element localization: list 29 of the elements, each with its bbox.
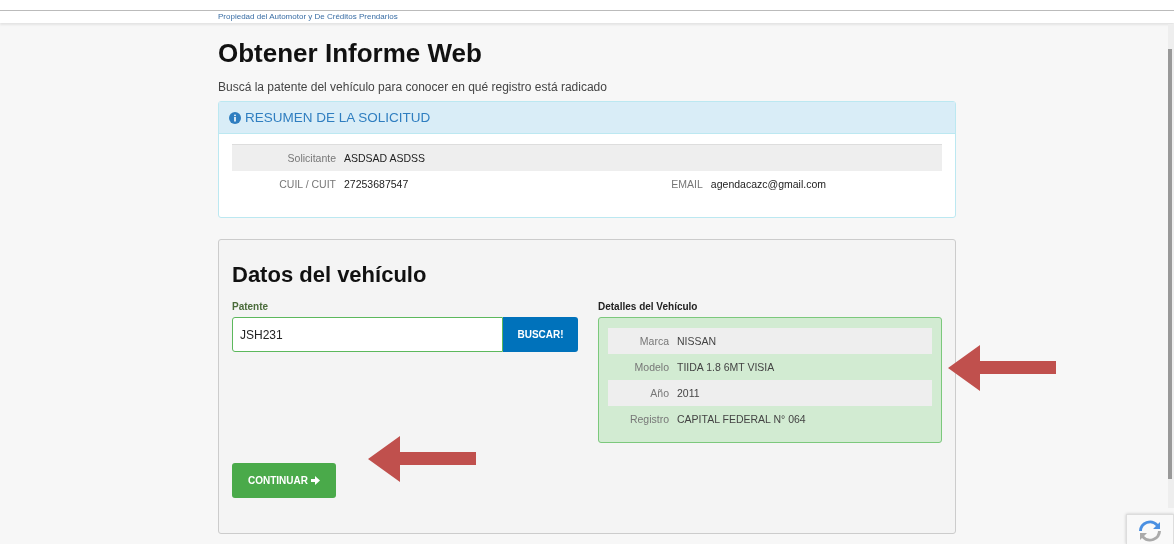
captcha-badge[interactable]: [1126, 514, 1174, 544]
field-value: 27253687547: [344, 178, 409, 190]
field-value: agendacazc@gmail.com: [710, 178, 826, 190]
scrollbar[interactable]: [1168, 24, 1174, 508]
info-icon: [229, 111, 241, 124]
field-value: NISSAN: [677, 335, 717, 347]
arrow-right-icon: [311, 476, 320, 485]
details-heading: Detalles del Vehículo: [598, 301, 699, 312]
field-label: Patente: [232, 301, 270, 312]
continue-button[interactable]: CONTINUAR: [232, 463, 336, 498]
captcha-icon: [1138, 519, 1162, 543]
page-title: Obtener Informe Web: [218, 37, 483, 69]
field-label: EMAIL: [670, 178, 704, 190]
field-value: TIIDA 1.8 6MT VISIA: [677, 361, 775, 373]
panel-title: RESUMEN DE LA SOLICITUD: [245, 110, 431, 125]
plate-input-field[interactable]: JSH231: [232, 317, 503, 352]
section-title: Datos del vehículo: [232, 262, 428, 288]
field-label: CUIL / CUIT: [278, 178, 337, 190]
field-value: ASDSAD ASDSS: [344, 152, 426, 164]
header-caption: Propiedad del Automotor y De Créditos Prendarios: [218, 11, 398, 23]
field-value: 2011: [677, 387, 700, 399]
field-label: Registro: [628, 413, 670, 425]
field-label: Año: [649, 387, 670, 399]
page-subtitle: Buscá la patente del vehículo para conocer en qué registro está radicado: [218, 80, 608, 94]
field-value: CAPITAL FEDERAL N° 064: [677, 413, 806, 425]
field-label: Modelo: [633, 361, 670, 373]
field-label: Marca: [638, 335, 670, 347]
field-label: Solicitante: [286, 152, 337, 164]
search-button[interactable]: BUSCAR!: [503, 317, 578, 352]
